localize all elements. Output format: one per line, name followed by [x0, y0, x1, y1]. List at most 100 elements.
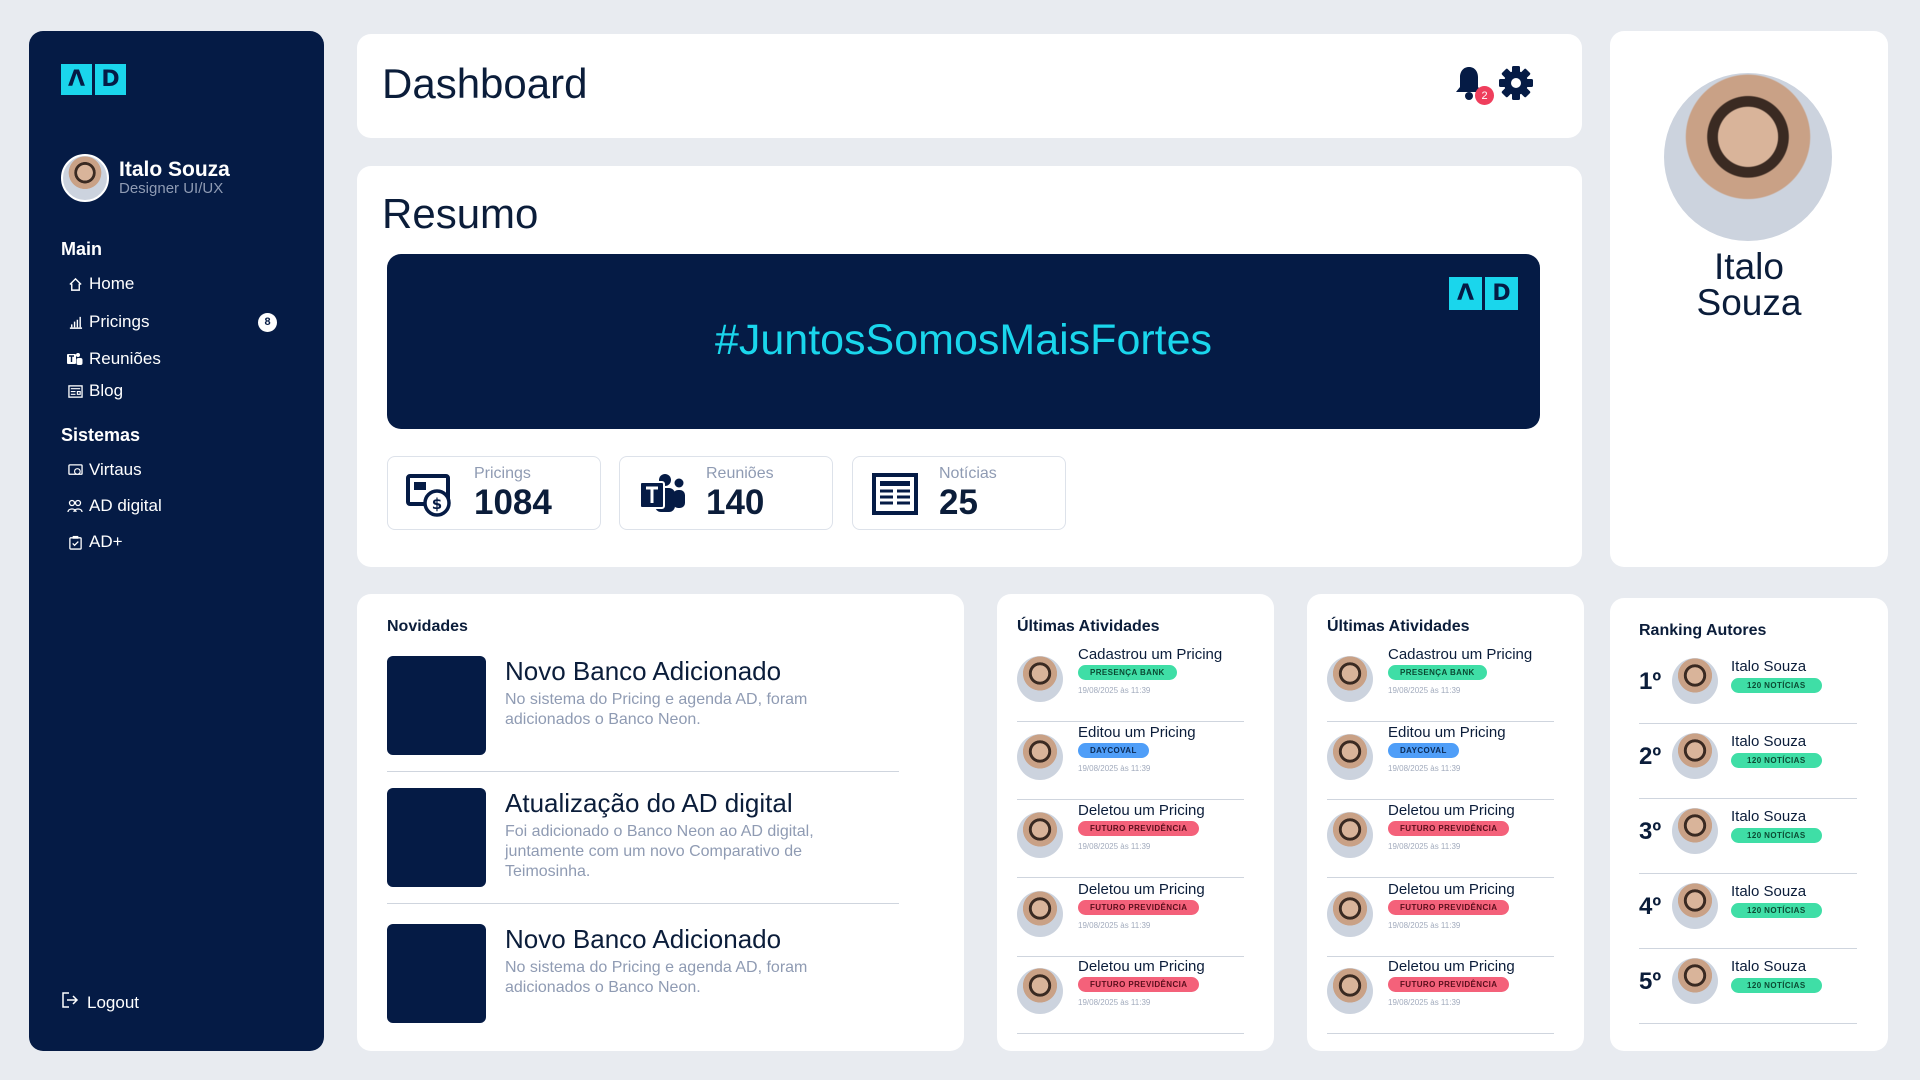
activity-item[interactable]: Deletou um Pricing FUTURO PREVIDÊNCIA 19…: [1327, 879, 1554, 957]
banner-hashtag: #JuntosSomosMaisFortes: [714, 316, 1213, 364]
activity-title: Deletou um Pricing: [1388, 881, 1515, 898]
activity-title: Editou um Pricing: [1078, 724, 1196, 741]
avatar: [1327, 812, 1373, 858]
activity-date: 19/08/2025 às 11:39: [1388, 686, 1461, 695]
activity-title: Deletou um Pricing: [1388, 958, 1515, 975]
activity-title: Deletou um Pricing: [1078, 958, 1205, 975]
news-item[interactable]: Novo Banco Adicionado No sistema do Pric…: [387, 656, 899, 756]
ranking-item[interactable]: 3º Italo Souza 120 NOTÍCIAS: [1639, 799, 1857, 874]
page-title: Dashboard: [382, 60, 588, 107]
news-item[interactable]: Atualização do AD digital Foi adicionado…: [387, 788, 899, 888]
ranking-item[interactable]: 2º Italo Souza 120 NOTÍCIAS: [1639, 724, 1857, 799]
sidebar-item-label: Blog: [89, 381, 124, 400]
activity-item[interactable]: Editou um Pricing DAYCOVAL 19/08/2025 às…: [1017, 722, 1244, 800]
avatar: [1327, 734, 1373, 780]
avatar: [1017, 734, 1063, 780]
ranking-card: Ranking Autores 1º Italo Souza 120 NOTÍC…: [1610, 598, 1888, 1051]
avatar: [1327, 891, 1373, 937]
user-name: Italo Souza: [119, 158, 230, 181]
news-item[interactable]: Novo Banco Adicionado No sistema do Pric…: [387, 924, 899, 1024]
newspaper-icon: [872, 473, 918, 515]
activity-item[interactable]: Deletou um Pricing FUTURO PREVIDÊNCIA 19…: [1017, 956, 1244, 1034]
news-count-tag: 120 NOTÍCIAS: [1731, 678, 1822, 693]
activity-item[interactable]: Deletou um Pricing FUTURO PREVIDÊNCIA 19…: [1017, 800, 1244, 878]
sidebar-item-pricings[interactable]: Pricings 8: [67, 312, 277, 332]
activity-title: Cadastrou um Pricing: [1388, 646, 1533, 663]
activity-date: 19/08/2025 às 11:39: [1078, 686, 1151, 695]
activity-date: 19/08/2025 às 11:39: [1078, 764, 1151, 773]
activity-item[interactable]: Editou um Pricing DAYCOVAL 19/08/2025 às…: [1327, 722, 1554, 800]
ranking-item[interactable]: 1º Italo Souza 120 NOTÍCIAS: [1639, 649, 1857, 724]
stat-value: 140: [706, 483, 765, 522]
sidebar-item-blog[interactable]: Blog: [67, 381, 277, 401]
avatar: [1017, 656, 1063, 702]
stat-label: Reuniões: [706, 465, 774, 482]
stat-noticias[interactable]: Notícias 25: [852, 456, 1066, 530]
activity-date: 19/08/2025 às 11:39: [1078, 998, 1151, 1007]
profile-card: Italo Souza: [1610, 31, 1888, 567]
sidebar-item-label: AD+: [89, 532, 123, 551]
section-title: Novidades: [387, 618, 468, 635]
activity-date: 19/08/2025 às 11:39: [1078, 842, 1151, 851]
stat-label: Pricings: [474, 465, 531, 482]
activity-title: Deletou um Pricing: [1388, 802, 1515, 819]
logo-letter: D: [95, 64, 126, 95]
notifications-button[interactable]: 2: [1454, 65, 1494, 105]
sidebar-item-ad-digital[interactable]: AD digital: [67, 496, 277, 516]
activity-item[interactable]: Cadastrou um Pricing PRESENÇA BANK 19/08…: [1327, 644, 1554, 722]
avatar: [61, 154, 109, 202]
stat-value: 1084: [474, 483, 552, 522]
sidebar-item-reunioes[interactable]: Reuniões: [67, 349, 277, 369]
sidebar: Λ D Italo Souza Designer UI/UX Main Home…: [29, 31, 324, 1051]
news-count-tag: 120 NOTÍCIAS: [1731, 753, 1822, 768]
news-title: Novo Banco Adicionado: [505, 656, 782, 686]
bank-tag: FUTURO PREVIDÊNCIA: [1078, 821, 1200, 836]
activity-item[interactable]: Deletou um Pricing FUTURO PREVIDÊNCIA 19…: [1017, 879, 1244, 957]
user-role: Designer UI/UX: [119, 180, 224, 197]
stat-reunioes[interactable]: Reuniões 140: [619, 456, 833, 530]
logo-letter: Λ: [1449, 277, 1482, 310]
news-count-tag: 120 NOTÍCIAS: [1731, 978, 1822, 993]
section-title: Últimas Atividades: [1017, 618, 1160, 635]
activity-item[interactable]: Cadastrou um Pricing PRESENÇA BANK 19/08…: [1017, 644, 1244, 722]
activity-item[interactable]: Deletou um Pricing FUTURO PREVIDÊNCIA 19…: [1327, 956, 1554, 1034]
profile-last-name: Souza: [1696, 282, 1802, 323]
settings-button[interactable]: [1498, 65, 1536, 103]
bank-tag: FUTURO PREVIDÊNCIA: [1388, 977, 1510, 992]
bank-tag: DAYCOVAL: [1078, 743, 1149, 758]
profile-first-name: Italo: [1714, 246, 1784, 287]
sidebar-profile[interactable]: Italo Souza Designer UI/UX: [61, 154, 230, 202]
activity-title: Deletou um Pricing: [1078, 881, 1205, 898]
logout-button[interactable]: Logout: [61, 992, 139, 1013]
bank-tag: PRESENÇA BANK: [1078, 665, 1177, 680]
stat-pricings[interactable]: $ Pricings 1084: [387, 456, 601, 530]
svg-text:$: $: [432, 495, 442, 513]
section-title: Ranking Autores: [1639, 622, 1767, 639]
profile-avatar[interactable]: [1662, 71, 1834, 243]
avatar: [1672, 958, 1718, 1004]
author-name: Italo Souza: [1731, 958, 1807, 975]
banner: Λ D #JuntosSomosMaisFortes: [387, 254, 1540, 429]
news-title: Novo Banco Adicionado: [505, 924, 782, 954]
section-title-main: Main: [61, 239, 103, 259]
news-title: Atualização do AD digital: [505, 788, 793, 818]
rank-position: 1º: [1639, 668, 1662, 695]
sidebar-item-label: Home: [89, 274, 135, 293]
logo-letter: D: [1485, 277, 1518, 310]
gear-icon: [1499, 66, 1533, 100]
rank-position: 2º: [1639, 743, 1662, 770]
sidebar-item-ad-plus[interactable]: AD+: [67, 532, 277, 552]
activity-date: 19/08/2025 às 11:39: [1388, 764, 1461, 773]
activity-item[interactable]: Deletou um Pricing FUTURO PREVIDÊNCIA 19…: [1327, 800, 1554, 878]
sidebar-item-home[interactable]: Home: [67, 274, 277, 294]
teams-icon: [639, 474, 685, 512]
ranking-item[interactable]: 4º Italo Souza 120 NOTÍCIAS: [1639, 874, 1857, 949]
author-name: Italo Souza: [1731, 883, 1807, 900]
brand-logo[interactable]: Λ D: [61, 64, 126, 95]
section-title-sistemas: Sistemas: [61, 425, 141, 445]
sidebar-item-virtaus[interactable]: Virtaus: [67, 460, 277, 480]
news-text: No sistema do Pricing e agenda AD, foram…: [505, 691, 808, 728]
brand-logo: Λ D: [1449, 277, 1518, 310]
avatar: [1017, 812, 1063, 858]
ranking-item[interactable]: 5º Italo Souza 120 NOTÍCIAS: [1639, 949, 1857, 1024]
